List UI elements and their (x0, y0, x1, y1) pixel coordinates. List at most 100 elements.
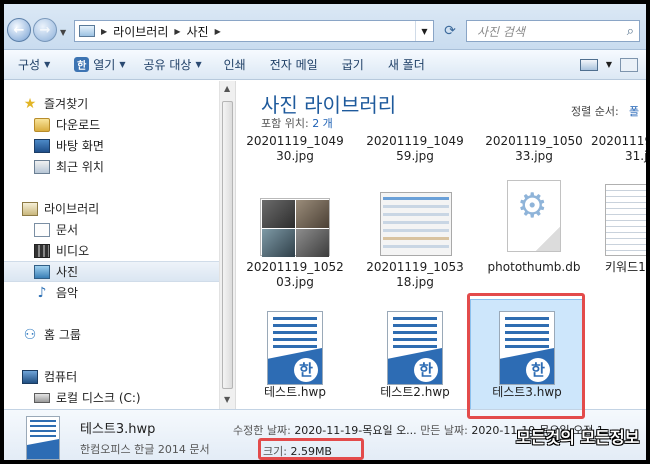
file-name-ext: 30.jpg (276, 149, 314, 163)
sidebar-item-recent[interactable]: 최근 위치 (4, 156, 235, 177)
file-item[interactable]: 20201119_1049 59.jpg (360, 134, 470, 164)
back-arrow-icon: ← (13, 22, 25, 38)
sidebar-item-downloads[interactable]: 다운로드 (4, 114, 235, 135)
screenshot-thumbnail-icon (380, 192, 452, 256)
file-name: 20201119_1049 (246, 134, 344, 148)
sidebar-item-label: 바탕 화면 (56, 139, 104, 153)
sidebar-item-label: 로컬 디스크 (C:) (56, 391, 141, 405)
breadcrumb[interactable]: ▶ 라이브러리 ▶ 사진 ▶ ▼ (74, 20, 434, 42)
refresh-icon: ⟳ (444, 23, 456, 39)
print-label: 인쇄 (223, 58, 246, 72)
scroll-down-icon[interactable]: ▼ (224, 395, 230, 404)
file-item[interactable]: 20201119_1050 33.jpg (479, 134, 589, 164)
sidebar-item-label: 홈 그룹 (44, 328, 81, 342)
thumbnail (360, 174, 470, 260)
chevron-down-icon: ▼ (195, 60, 202, 69)
modified-value[interactable]: 2020-11-19-목요일 오... (294, 424, 416, 437)
star-icon: ★ (23, 95, 37, 112)
video-film-icon (34, 243, 50, 258)
chevron-down-icon[interactable]: ▼ (606, 60, 612, 69)
breadcrumb-libraries[interactable]: 라이브러리 (113, 23, 168, 40)
sort-label: 정렬 순서: (571, 105, 619, 118)
navigation-pane: ★ 즐겨찾기 다운로드 바탕 화면 최근 위치 라이브러리 문서 비디오 사진 … (4, 81, 236, 409)
recent-pages-dropdown[interactable]: ▼ (60, 28, 66, 37)
sidebar-scrollbar[interactable]: ▲ ▼ (219, 81, 235, 409)
includes-label: 포함 위치: (261, 117, 309, 130)
change-view-icon[interactable] (579, 58, 598, 71)
file-item[interactable]: 20201119_1049 30.jpg (240, 134, 350, 164)
burn-button[interactable]: 굽기 (336, 50, 370, 79)
details-file-name: 테스트3.hwp (80, 422, 156, 437)
sidebar-item-label: 다운로드 (56, 118, 101, 132)
file-item[interactable]: ⚙ photothumb.db (479, 174, 589, 275)
sidebar-item-homegroup[interactable]: ⚇ 홈 그룹 (4, 324, 235, 345)
file-name-ext: 33.jpg (515, 149, 553, 163)
thumbnail: ⚙ (479, 174, 589, 260)
file-name: 20201119_1052 (246, 260, 344, 274)
chevron-right-icon[interactable]: ▶ (101, 27, 107, 36)
file-name: 테스트2.hwp (380, 385, 450, 399)
sort-dropdown[interactable]: 폴 (629, 103, 639, 119)
chevron-right-icon[interactable]: ▶ (174, 27, 180, 36)
sidebar-item-computer[interactable]: 컴퓨터 (4, 366, 235, 387)
file-item[interactable]: 키워드1 (591, 174, 646, 275)
address-dropdown[interactable]: ▼ (415, 21, 433, 41)
thumbnail: 한 (240, 299, 350, 385)
libraries-icon (22, 201, 38, 216)
share-button[interactable]: 공유 대상 ▼ (138, 50, 208, 79)
sidebar-item-videos[interactable]: 비디오 (4, 240, 235, 261)
chevron-right-icon[interactable]: ▶ (215, 27, 221, 36)
view-controls: ▼ (579, 57, 646, 72)
sidebar-item-label: 사진 (56, 265, 79, 279)
sidebar-item-label: 음악 (56, 286, 79, 300)
sidebar-item-local-disk[interactable]: 로컬 디스크 (C:) (4, 387, 235, 408)
scroll-up-icon[interactable]: ▲ (224, 84, 230, 93)
file-name-ext: 18.jpg (396, 275, 434, 289)
sidebar-item-music[interactable]: ♪ 음악 (4, 282, 235, 303)
sidebar-item-libraries[interactable]: 라이브러리 (4, 198, 235, 219)
page-title: 사진 라이브러리 (261, 93, 397, 117)
thumbnail (240, 174, 350, 260)
forward-button[interactable]: → (33, 18, 57, 42)
print-button[interactable]: 인쇄 (218, 50, 252, 79)
address-bar: ← → ▼ ▶ 라이브러리 ▶ 사진 ▶ ▼ ⟳ 사진 검색 ⌕ (4, 4, 646, 50)
search-placeholder: 사진 검색 (477, 24, 525, 39)
file-name: 20201119_1050 (591, 134, 646, 148)
sidebar-item-label: 즐겨찾기 (44, 97, 89, 111)
file-item[interactable]: 한 테스트.hwp (240, 299, 350, 400)
search-input[interactable]: 사진 검색 ⌕ (466, 20, 640, 42)
system-file-icon: ⚙ (507, 180, 561, 252)
share-label: 공유 대상 (143, 58, 192, 72)
file-name: 키워드1 (605, 260, 646, 274)
new-folder-button[interactable]: 새 폴더 (382, 50, 431, 79)
preview-pane-icon[interactable] (620, 57, 638, 72)
file-name: 20201119_1050 (485, 134, 583, 148)
sidebar-item-pictures[interactable]: 사진 (4, 261, 235, 282)
chevron-down-icon: ▼ (44, 60, 51, 69)
breadcrumb-pictures[interactable]: 사진 (187, 23, 209, 40)
documents-icon (34, 222, 50, 237)
file-item[interactable]: 20201119_1050 31.jpg (591, 134, 646, 164)
library-includes: 포함 위치: 2 개 (261, 115, 333, 131)
back-button[interactable]: ← (7, 18, 31, 42)
file-item[interactable]: 20201119_1053 18.jpg (360, 174, 470, 290)
file-item[interactable]: 한 테스트2.hwp (360, 299, 470, 400)
hwp-app-icon: 한 (74, 57, 90, 72)
email-button[interactable]: 전자 메일 (264, 50, 324, 79)
organize-button[interactable]: 구성 ▼ (4, 50, 56, 79)
includes-link[interactable]: 2 개 (312, 117, 333, 130)
modified-label: 수정한 날짜: (233, 424, 291, 437)
sidebar-item-documents[interactable]: 문서 (4, 219, 235, 240)
refresh-button[interactable]: ⟳ (438, 20, 462, 42)
file-item[interactable]: 20201119_1052 03.jpg (240, 174, 350, 290)
sidebar-item-favorites[interactable]: ★ 즐겨찾기 (4, 93, 235, 114)
desktop-icon (34, 138, 50, 153)
file-name: 테스트.hwp (264, 385, 326, 399)
sidebar-item-label: 라이브러리 (44, 202, 100, 216)
downloads-folder-icon (34, 117, 50, 132)
scroll-thumb[interactable] (222, 101, 233, 389)
details-file-type: 한컴오피스 한글 2014 문서 (80, 443, 210, 456)
explorer-window: ← → ▼ ▶ 라이브러리 ▶ 사진 ▶ ▼ ⟳ 사진 검색 ⌕ 구성 ▼ 한 … (4, 4, 646, 460)
sidebar-item-desktop[interactable]: 바탕 화면 (4, 135, 235, 156)
open-button[interactable]: 한 열기 ▼ (68, 50, 131, 79)
